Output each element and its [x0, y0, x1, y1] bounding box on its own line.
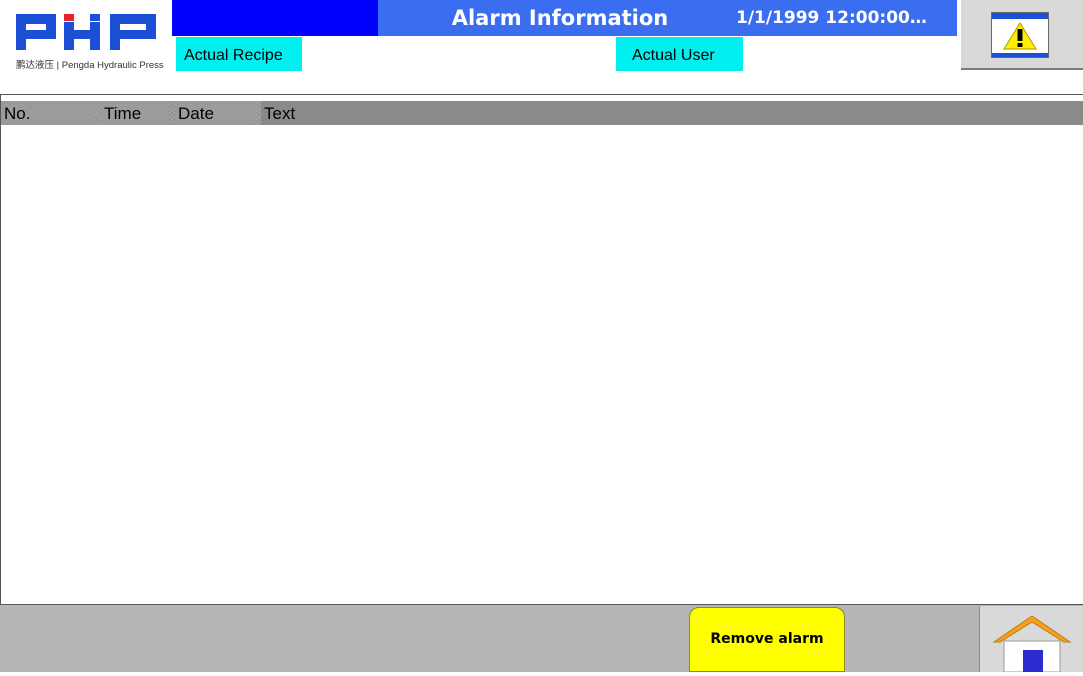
actual-recipe-field[interactable]: Actual Recipe: [176, 37, 302, 71]
home-button[interactable]: [979, 606, 1083, 673]
home-icon: [992, 615, 1072, 673]
alarm-table-body[interactable]: [1, 125, 1083, 604]
page-title: Alarm Information: [451, 6, 669, 30]
column-header-no[interactable]: No.: [1, 101, 95, 125]
datetime-display: 1/1/1999 12:00:00…: [736, 8, 927, 28]
alarm-window-icon: [991, 12, 1049, 58]
footer-bar: [0, 605, 1083, 672]
logo-caption: 鹏达液压 | Pengda Hydraulic Press: [16, 60, 164, 71]
column-header-text[interactable]: Text: [261, 101, 1083, 125]
alarm-window-button[interactable]: [961, 0, 1083, 70]
company-logo: 鹏达液压 | Pengda Hydraulic Press: [0, 0, 172, 74]
remove-alarm-button[interactable]: Remove alarm: [689, 607, 845, 672]
alarm-table-header: No. Time Date Text: [1, 101, 1083, 125]
php-logo-mark: [16, 14, 156, 50]
alarm-table[interactable]: No. Time Date Text: [0, 94, 1083, 605]
actual-user-field[interactable]: Actual User: [616, 37, 743, 71]
column-header-date[interactable]: Date: [175, 101, 255, 125]
column-header-time[interactable]: Time: [101, 101, 169, 125]
